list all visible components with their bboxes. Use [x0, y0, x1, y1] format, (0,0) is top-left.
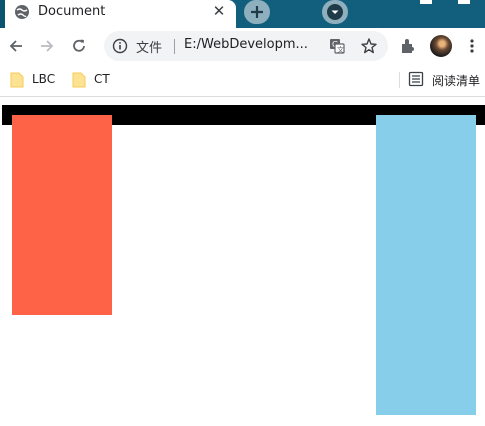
translate-icon[interactable]: G 文	[329, 38, 345, 54]
reading-list-label[interactable]: 阅读清单	[432, 72, 480, 89]
skyblue-box	[376, 115, 476, 415]
chevron-down-icon	[327, 4, 343, 20]
back-icon[interactable]	[7, 37, 25, 55]
omnibox-divider	[174, 39, 175, 54]
svg-text:文: 文	[337, 45, 344, 54]
tab-edge	[0, 0, 5, 28]
new-tab-button[interactable]	[244, 0, 270, 24]
plus-icon	[251, 6, 263, 18]
bookmark-page-icon	[72, 72, 86, 88]
bookmarks-bar: LBC CT 阅读清单	[0, 64, 485, 97]
file-chip: 文件	[136, 41, 163, 56]
bookmark-page-icon	[10, 72, 24, 88]
tab-search-button[interactable]	[322, 0, 348, 24]
reading-list-icon[interactable]	[408, 71, 424, 87]
close-icon[interactable]: ✕	[210, 2, 228, 20]
info-icon[interactable]	[112, 38, 128, 54]
address-bar[interactable]: 文件 E:/WebDevelopm... G 文	[104, 31, 388, 61]
bookmark-label: CT	[94, 72, 110, 86]
bookmark-ct[interactable]: CT	[72, 71, 112, 89]
page-viewport	[0, 97, 485, 426]
tab-document[interactable]: Document ✕	[0, 0, 236, 28]
tab-strip: Document ✕	[0, 0, 485, 28]
forward-icon[interactable]	[38, 37, 56, 55]
avatar[interactable]	[430, 35, 452, 57]
more-menu-icon[interactable]	[463, 37, 481, 55]
tab-title: Document	[38, 4, 106, 19]
minimize-button[interactable]	[420, 0, 432, 4]
toolbar: 文件 E:/WebDevelopm... G 文	[0, 28, 485, 64]
extensions-icon[interactable]	[399, 37, 417, 55]
tomato-box	[12, 115, 112, 315]
star-icon[interactable]	[360, 37, 378, 55]
bookmarks-divider	[399, 72, 400, 88]
bookmark-lbc[interactable]: LBC	[10, 71, 60, 89]
maximize-button[interactable]	[458, 0, 470, 4]
globe-icon	[14, 4, 30, 20]
reload-icon[interactable]	[70, 37, 88, 55]
url-text[interactable]: E:/WebDevelopm...	[184, 37, 324, 52]
bookmark-label: LBC	[32, 72, 56, 86]
